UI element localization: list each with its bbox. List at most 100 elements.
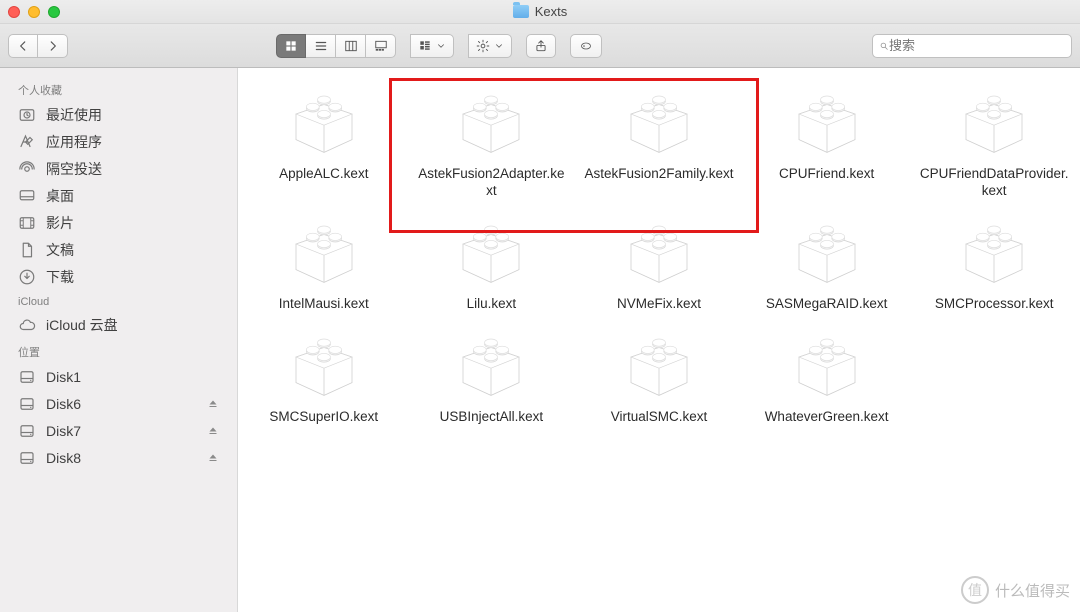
file-name: AstekFusion2Adapter.kext bbox=[416, 166, 566, 200]
file-item[interactable]: WhateverGreen.kext bbox=[743, 325, 911, 426]
file-item[interactable]: AstekFusion2Adapter.kext bbox=[408, 82, 576, 200]
kext-icon bbox=[954, 212, 1034, 292]
search-input[interactable] bbox=[889, 38, 1065, 53]
downloads-icon bbox=[18, 268, 36, 286]
minimize-button[interactable] bbox=[28, 6, 40, 18]
recent-icon bbox=[18, 106, 36, 124]
toolbar bbox=[0, 24, 1080, 68]
airdrop-icon bbox=[18, 160, 36, 178]
sidebar-section-title: iCloud bbox=[0, 290, 237, 311]
chevron-left-icon bbox=[16, 39, 30, 53]
kext-icon bbox=[787, 212, 867, 292]
documents-icon bbox=[18, 241, 36, 259]
file-name: CPUFriendDataProvider.kext bbox=[919, 166, 1069, 200]
file-item[interactable]: AppleALC.kext bbox=[240, 82, 408, 200]
desktop-icon bbox=[18, 187, 36, 205]
file-item[interactable]: AstekFusion2Family.kext bbox=[575, 82, 743, 200]
file-name: USBInjectAll.kext bbox=[440, 409, 544, 426]
view-mode-group bbox=[276, 34, 396, 58]
kext-icon bbox=[284, 212, 364, 292]
sidebar-item-label: 应用程序 bbox=[46, 132, 219, 152]
window-controls bbox=[8, 6, 60, 18]
nav-group bbox=[8, 34, 68, 58]
file-item[interactable]: Lilu.kext bbox=[408, 212, 576, 313]
sidebar-item-label: Disk1 bbox=[46, 369, 219, 385]
view-column-button[interactable] bbox=[336, 34, 366, 58]
kext-icon bbox=[954, 82, 1034, 162]
content-area[interactable]: AppleALC.kext AstekFusion2Adapter.kext Ast… bbox=[238, 68, 1080, 612]
sidebar-item-label: Disk8 bbox=[46, 450, 197, 466]
sidebar-item[interactable]: 文稿 bbox=[0, 236, 237, 263]
view-icon-button[interactable] bbox=[276, 34, 306, 58]
file-name: VirtualSMC.kext bbox=[611, 409, 708, 426]
window-title: Kexts bbox=[0, 4, 1080, 19]
sidebar-item[interactable]: Disk7 bbox=[0, 417, 237, 444]
apps-icon bbox=[18, 133, 36, 151]
action-menu-button[interactable] bbox=[468, 34, 512, 58]
sidebar-item[interactable]: 隔空投送 bbox=[0, 155, 237, 182]
view-gallery-button[interactable] bbox=[366, 34, 396, 58]
sidebar-item-label: 影片 bbox=[46, 213, 219, 233]
chevron-down-icon bbox=[494, 41, 504, 51]
sidebar-item[interactable]: 应用程序 bbox=[0, 128, 237, 155]
share-icon bbox=[534, 39, 548, 53]
sidebar: 个人收藏最近使用应用程序隔空投送桌面影片文稿下载 iCloudiCloud 云盘位… bbox=[0, 68, 238, 612]
tag-icon bbox=[578, 40, 594, 52]
file-item[interactable]: CPUFriendDataProvider.kext bbox=[910, 82, 1078, 200]
tags-button[interactable] bbox=[570, 34, 602, 58]
eject-icon[interactable] bbox=[207, 452, 219, 464]
file-item[interactable]: NVMeFix.kext bbox=[575, 212, 743, 313]
kext-icon bbox=[451, 82, 531, 162]
disk-icon bbox=[18, 449, 36, 467]
sidebar-item[interactable]: 最近使用 bbox=[0, 101, 237, 128]
group-by-button[interactable] bbox=[410, 34, 454, 58]
eject-icon[interactable] bbox=[207, 398, 219, 410]
back-button[interactable] bbox=[8, 34, 38, 58]
sidebar-section-title: 个人收藏 bbox=[0, 76, 237, 101]
kext-icon bbox=[619, 325, 699, 405]
forward-button[interactable] bbox=[38, 34, 68, 58]
movies-icon bbox=[18, 214, 36, 232]
kext-icon bbox=[284, 325, 364, 405]
sidebar-item-label: 下载 bbox=[46, 267, 219, 287]
view-list-button[interactable] bbox=[306, 34, 336, 58]
search-icon bbox=[879, 39, 889, 53]
sidebar-item[interactable]: 影片 bbox=[0, 209, 237, 236]
file-name: WhateverGreen.kext bbox=[765, 409, 889, 426]
eject-icon[interactable] bbox=[207, 425, 219, 437]
titlebar: Kexts bbox=[0, 0, 1080, 24]
share-button[interactable] bbox=[526, 34, 556, 58]
sidebar-item[interactable]: 桌面 bbox=[0, 182, 237, 209]
file-item[interactable]: CPUFriend.kext bbox=[743, 82, 911, 200]
search-field[interactable] bbox=[872, 34, 1072, 58]
file-item[interactable]: SASMegaRAID.kext bbox=[743, 212, 911, 313]
sidebar-item[interactable]: iCloud 云盘 bbox=[0, 311, 237, 338]
file-name: AppleALC.kext bbox=[279, 166, 368, 183]
zoom-button[interactable] bbox=[48, 6, 60, 18]
file-name: IntelMausi.kext bbox=[279, 296, 369, 313]
grid-icon bbox=[284, 39, 298, 53]
file-name: CPUFriend.kext bbox=[779, 166, 874, 183]
file-item[interactable]: USBInjectAll.kext bbox=[408, 325, 576, 426]
sidebar-item[interactable]: Disk8 bbox=[0, 444, 237, 471]
file-item[interactable]: IntelMausi.kext bbox=[240, 212, 408, 313]
sidebar-item[interactable]: Disk6 bbox=[0, 390, 237, 417]
chevron-right-icon bbox=[46, 39, 60, 53]
group-icon bbox=[418, 39, 432, 53]
file-name: SMCProcessor.kext bbox=[935, 296, 1054, 313]
disk-icon bbox=[18, 368, 36, 386]
disk-icon bbox=[18, 395, 36, 413]
file-item[interactable]: SMCProcessor.kext bbox=[910, 212, 1078, 313]
sidebar-item[interactable]: Disk1 bbox=[0, 363, 237, 390]
group-by-group bbox=[410, 34, 454, 58]
action-group bbox=[468, 34, 512, 58]
close-button[interactable] bbox=[8, 6, 20, 18]
file-item[interactable]: SMCSuperIO.kext bbox=[240, 325, 408, 426]
file-name: AstekFusion2Family.kext bbox=[584, 166, 733, 183]
file-item[interactable]: VirtualSMC.kext bbox=[575, 325, 743, 426]
sidebar-section-title: 位置 bbox=[0, 338, 237, 363]
cloud-icon bbox=[18, 316, 36, 334]
sidebar-item-label: 桌面 bbox=[46, 186, 219, 206]
sidebar-item[interactable]: 下载 bbox=[0, 263, 237, 290]
file-name: SMCSuperIO.kext bbox=[269, 409, 378, 426]
